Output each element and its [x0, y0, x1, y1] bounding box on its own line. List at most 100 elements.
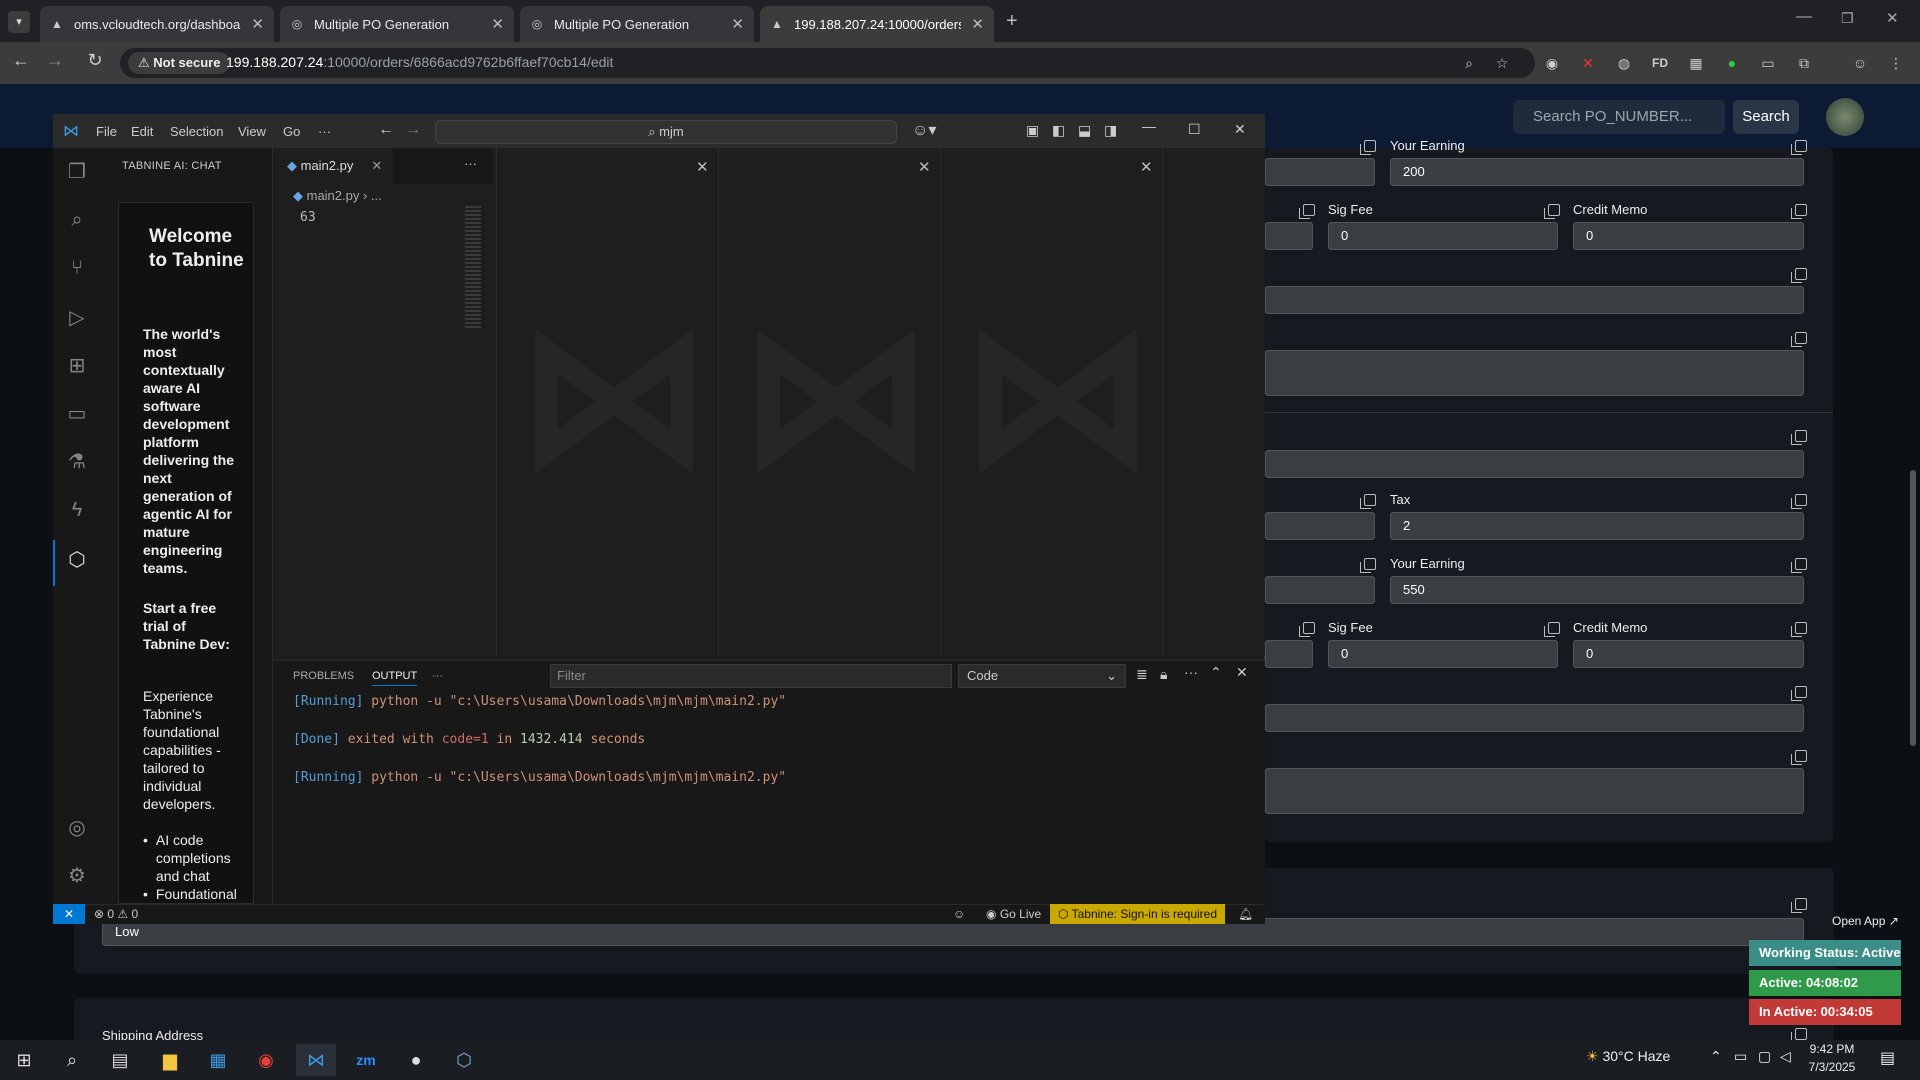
tabnine-icon[interactable]: ⬡	[63, 546, 91, 574]
problems-counter[interactable]: ⊗ 0 ⚠ 0	[94, 906, 138, 922]
close-panel-icon[interactable]: ✕	[1236, 664, 1248, 681]
not-secure-badge[interactable]: ⚠ Not secure	[128, 52, 231, 74]
avatar[interactable]	[1826, 98, 1864, 136]
run-debug-icon[interactable]: ▷	[63, 304, 91, 332]
field-input[interactable]	[1265, 704, 1804, 732]
store-icon[interactable]: ▦	[198, 1044, 238, 1076]
copy-icon[interactable]	[1360, 140, 1376, 155]
minimize-icon[interactable]: —	[1796, 8, 1812, 26]
notification-center-icon[interactable]: ▤	[1880, 1048, 1895, 1068]
menu-selection[interactable]: Selection	[170, 124, 223, 139]
zoom-app-icon[interactable]: zm	[346, 1044, 386, 1076]
copy-icon[interactable]	[1791, 1028, 1807, 1043]
zoom-icon[interactable]: ⌕	[1458, 52, 1480, 74]
minimap[interactable]	[465, 206, 481, 330]
copy-icon[interactable]	[1791, 430, 1807, 445]
tray-volume-icon[interactable]: ◁	[1780, 1048, 1791, 1065]
vscode-taskbar-icon[interactable]: ⋈	[296, 1044, 336, 1076]
new-tab-icon[interactable]: +	[1006, 10, 1018, 33]
remote-explorer-icon[interactable]: ▭	[63, 400, 91, 428]
copy-icon[interactable]	[1791, 140, 1807, 155]
nav-forward-icon[interactable]: →	[405, 121, 421, 139]
toggle-sidebar-icon[interactable]: ◧	[1052, 122, 1065, 139]
search-po-input[interactable]: Search PO_NUMBER...	[1513, 100, 1725, 134]
url-text[interactable]: 199.188.207.24:10000/orders/6866acd9762b…	[226, 54, 613, 70]
copy-icon[interactable]	[1544, 622, 1560, 637]
credit-memo-input[interactable]: 0	[1573, 222, 1804, 250]
clear-output-icon[interactable]: ≣	[1136, 666, 1148, 683]
field-input[interactable]	[1265, 450, 1804, 478]
browser-tab-oms[interactable]: ▲ oms.vcloudtech.org/dashboard ✕	[40, 6, 274, 42]
panel-more[interactable]: ···	[432, 670, 443, 682]
copy-icon[interactable]	[1791, 204, 1807, 219]
breadcrumb[interactable]: ◆ main2.py › ...	[293, 188, 382, 204]
search-button[interactable]: Search	[1733, 100, 1799, 134]
copy-icon[interactable]	[1299, 204, 1315, 219]
tray-network-icon[interactable]: ▭	[1734, 1048, 1747, 1065]
your-earning-input[interactable]: 200	[1390, 158, 1804, 186]
field-input[interactable]	[1265, 576, 1375, 604]
notifications-bell-icon[interactable]: 🔔︎	[1238, 906, 1253, 922]
extension-image-icon[interactable]: ▦	[1685, 52, 1707, 74]
copy-icon[interactable]	[1791, 494, 1807, 509]
extensions-icon[interactable]: ⊞	[63, 352, 91, 380]
field-input[interactable]	[1265, 512, 1375, 540]
close-icon[interactable]: ✕	[491, 15, 504, 33]
menu-edit[interactable]: Edit	[131, 124, 153, 139]
extension-x-icon[interactable]: ✕	[1577, 52, 1599, 74]
menu-view[interactable]: View	[238, 124, 266, 139]
tab-search-icon[interactable]: ▾	[8, 11, 30, 33]
extension-window-icon[interactable]: ▭	[1757, 52, 1779, 74]
file-explorer-icon[interactable]: ▆	[150, 1044, 190, 1076]
close-window-icon[interactable]: ✕	[1886, 9, 1899, 27]
copy-icon[interactable]	[1791, 268, 1807, 283]
editor-more-icon[interactable]: ···	[464, 156, 477, 171]
extension-globe-icon[interactable]: ◍	[1613, 52, 1635, 74]
menu-more[interactable]: ···	[318, 124, 331, 139]
lightning-icon[interactable]: ϟ	[63, 496, 91, 524]
extensions-puzzle-icon[interactable]: ⧉	[1793, 52, 1815, 74]
editor-tab-main2[interactable]: ◆ main2.py ✕	[273, 148, 393, 184]
copy-icon[interactable]	[1791, 686, 1807, 701]
nav-back-icon[interactable]: ←	[378, 121, 394, 139]
source-control-icon[interactable]: ⑂	[63, 254, 91, 282]
vscode-close-icon[interactable]: ✕	[1234, 121, 1246, 138]
copilot-status-icon[interactable]: ☺	[953, 906, 965, 922]
copy-icon[interactable]	[1299, 622, 1315, 637]
more-actions-icon[interactable]: ···	[1184, 664, 1198, 680]
notes-textarea[interactable]	[1265, 768, 1804, 814]
reload-icon[interactable]: ↻	[82, 50, 108, 71]
copy-icon[interactable]	[1544, 204, 1560, 219]
menu-file[interactable]: File	[96, 124, 117, 139]
copy-icon[interactable]	[1791, 558, 1807, 573]
close-icon[interactable]: ✕	[918, 158, 931, 176]
vscode-minimize-icon[interactable]: —	[1142, 118, 1156, 134]
app-hex-icon[interactable]: ⬡	[444, 1044, 484, 1076]
copy-icon[interactable]	[1791, 898, 1807, 913]
back-icon[interactable]: ←	[8, 50, 34, 71]
your-earning-input[interactable]: 550	[1390, 576, 1804, 604]
copy-icon[interactable]	[1360, 558, 1376, 573]
close-icon[interactable]: ✕	[251, 15, 264, 33]
explorer-icon[interactable]: ❐	[63, 158, 91, 186]
tabnine-status[interactable]: ⬡ Tabnine: Sign-in is required	[1050, 904, 1226, 924]
menu-go[interactable]: Go	[283, 124, 300, 139]
system-clock[interactable]: 9:42 PM 7/3/2025	[1800, 1042, 1864, 1074]
browser-tab-orders[interactable]: ▲ 199.188.207.24:10000/orders/6 ✕	[760, 6, 994, 42]
tray-chevron-icon[interactable]: ⌃	[1710, 1048, 1722, 1065]
copy-icon[interactable]	[1791, 750, 1807, 765]
tray-display-icon[interactable]: ▢	[1758, 1048, 1771, 1065]
field-input[interactable]	[1265, 286, 1804, 314]
chrome-icon[interactable]: ◉	[246, 1044, 286, 1076]
close-icon[interactable]: ✕	[371, 158, 382, 173]
search-icon[interactable]: ⌕	[52, 1044, 92, 1076]
close-icon[interactable]: ✕	[1140, 158, 1153, 176]
browser-tab-po-1[interactable]: ◎ Multiple PO Generation ✕	[280, 6, 514, 42]
extension-fd-icon[interactable]: FD	[1649, 52, 1671, 74]
field-input[interactable]	[1265, 222, 1313, 250]
tax-input[interactable]: 2	[1390, 512, 1804, 540]
page-scrollbar[interactable]	[1910, 470, 1916, 746]
profile-icon[interactable]: ☺	[1849, 52, 1871, 74]
search-icon[interactable]: ⌕	[63, 206, 91, 234]
output-filter-input[interactable]: Filter	[550, 664, 952, 688]
